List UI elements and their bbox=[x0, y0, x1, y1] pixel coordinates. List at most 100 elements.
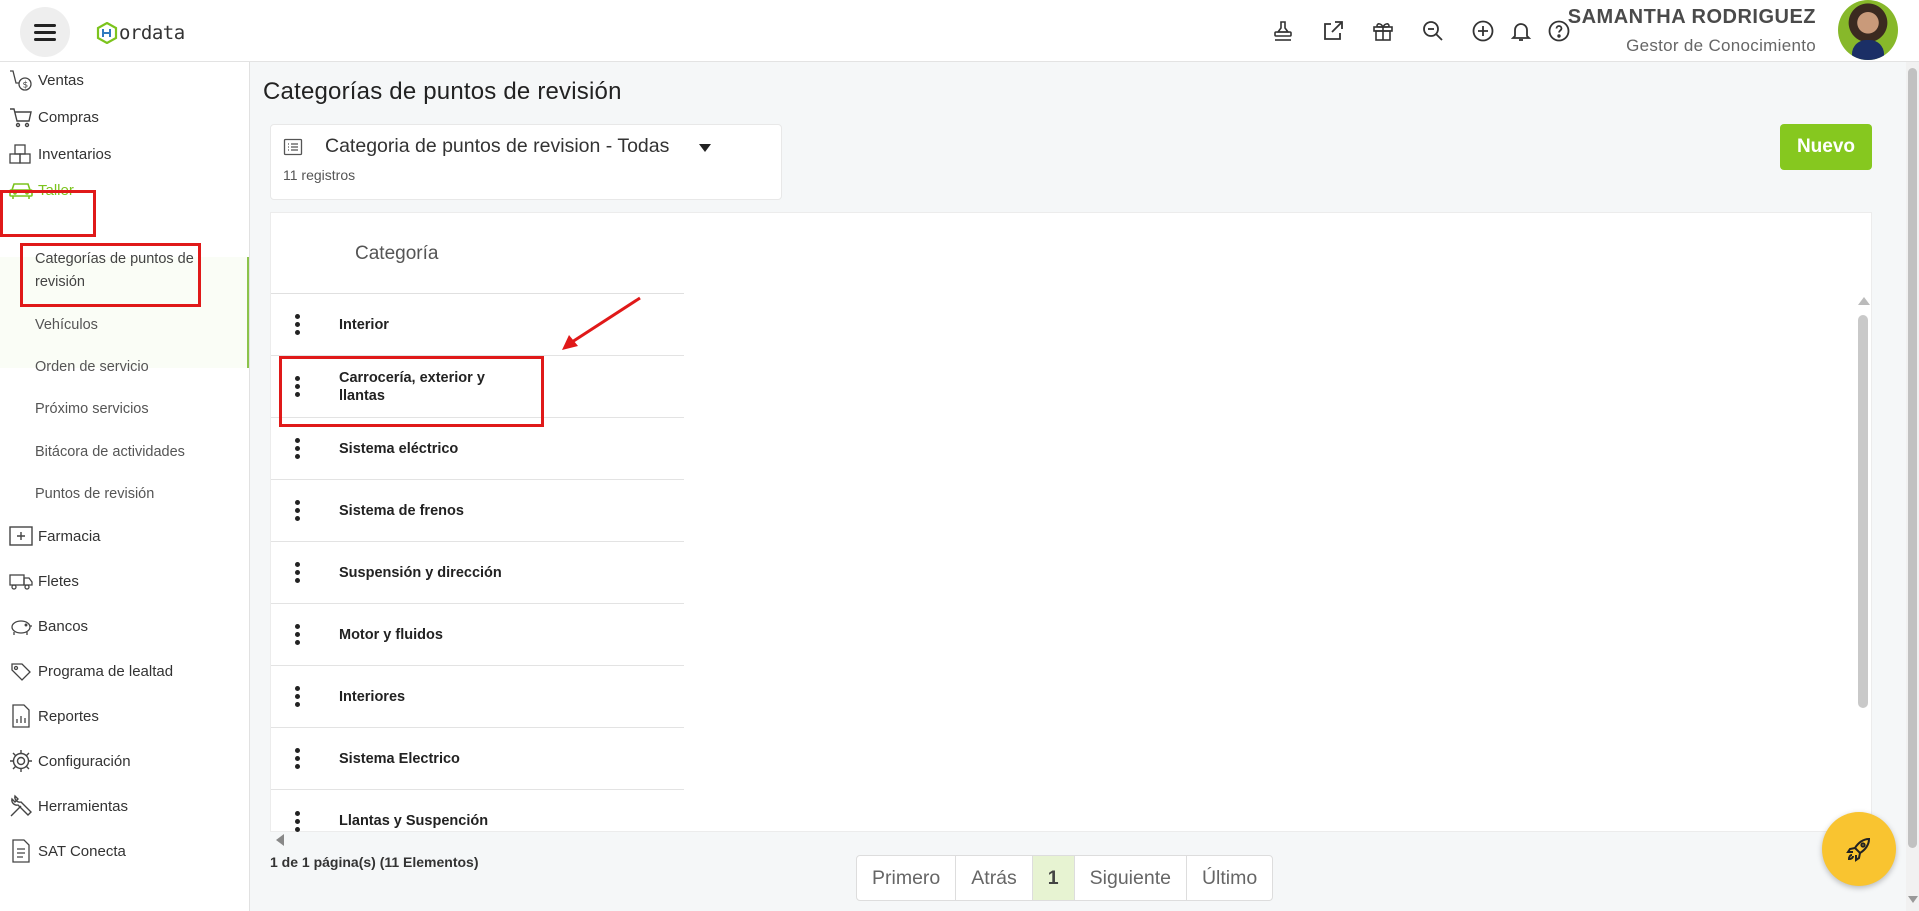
table-row[interactable]: Sistema eléctrico bbox=[271, 418, 684, 480]
report-icon bbox=[12, 704, 30, 728]
sidebar-item-label: Herramientas bbox=[38, 797, 129, 815]
pagination-first-button[interactable]: Primero bbox=[857, 856, 957, 900]
highlight-box-taller bbox=[0, 190, 96, 237]
row-label: Suspensión y dirección bbox=[339, 564, 502, 581]
row-menu-icon[interactable] bbox=[289, 728, 305, 789]
app-logo[interactable]: ordata bbox=[96, 20, 185, 46]
sidebar-item-configuracion[interactable]: Configuración bbox=[8, 747, 131, 775]
row-menu-icon[interactable] bbox=[289, 666, 305, 727]
table-row[interactable]: Llantas y Suspención bbox=[271, 790, 684, 832]
scroll-down-icon[interactable] bbox=[1908, 896, 1918, 903]
sidebar-item-label: Compras bbox=[38, 108, 99, 126]
active-indicator bbox=[247, 257, 249, 368]
avatar[interactable] bbox=[1838, 0, 1898, 60]
external-link-icon[interactable] bbox=[1318, 16, 1348, 46]
document-icon bbox=[12, 839, 30, 863]
new-button[interactable]: Nuevo bbox=[1780, 124, 1872, 170]
record-count: 11 registros bbox=[283, 167, 356, 183]
chevron-down-icon[interactable] bbox=[699, 144, 711, 152]
loyalty-icon bbox=[11, 663, 31, 681]
sidebar-item-sat-conecta[interactable]: SAT Conecta bbox=[8, 837, 126, 865]
sidebar-item-label: SAT Conecta bbox=[38, 842, 126, 860]
sidebar-item-bancos[interactable]: Bancos bbox=[8, 612, 88, 640]
row-menu-icon[interactable] bbox=[289, 294, 305, 355]
sidebar-item-reportes[interactable]: Reportes bbox=[8, 702, 99, 730]
row-label: Sistema de frenos bbox=[339, 502, 464, 519]
pagination-last-button[interactable]: Último bbox=[1187, 856, 1272, 900]
table-scrollbar[interactable] bbox=[1858, 297, 1870, 832]
table-row[interactable]: Sistema Electrico bbox=[271, 728, 684, 790]
pagination-next-button[interactable]: Siguiente bbox=[1075, 856, 1187, 900]
add-circle-icon[interactable] bbox=[1468, 16, 1498, 46]
pagination-current-page[interactable]: 1 bbox=[1032, 856, 1075, 900]
scroll-up-icon[interactable] bbox=[1858, 297, 1870, 305]
sidebar-item-label: Reportes bbox=[38, 707, 99, 725]
row-menu-icon[interactable] bbox=[289, 790, 305, 832]
sidebar-item-label: Programa de lealtad bbox=[38, 662, 174, 680]
boxes-icon bbox=[9, 144, 31, 164]
page-title: Categorías de puntos de revisión bbox=[263, 78, 622, 105]
row-menu-icon[interactable] bbox=[289, 542, 305, 603]
rocket-fab-button[interactable] bbox=[1822, 812, 1896, 886]
row-label: Interior bbox=[339, 316, 389, 333]
category-filter-select[interactable]: Categoria de puntos de revision - Todas bbox=[325, 135, 669, 158]
table-row[interactable]: Suspensión y dirección bbox=[271, 542, 684, 604]
header-icons bbox=[1268, 16, 1582, 46]
row-menu-icon[interactable] bbox=[289, 480, 305, 541]
tools-icon bbox=[10, 794, 32, 817]
sidebar-subitem-puntos-revision[interactable]: Puntos de revisión bbox=[35, 483, 154, 506]
row-menu-icon[interactable] bbox=[289, 604, 305, 665]
sidebar-item-label: Fletes bbox=[38, 572, 79, 590]
row-label: Interiores bbox=[339, 688, 406, 705]
page-info: 1 de 1 página(s) (11 Elementos) bbox=[270, 854, 479, 870]
sidebar-item-label: Configuración bbox=[38, 752, 131, 770]
sidebar-item-label: Farmacia bbox=[38, 527, 101, 545]
sidebar-item-label: Bancos bbox=[38, 617, 89, 635]
top-bar: ordata SAMANTHA RODRIGUEZ Gestor de Cono… bbox=[0, 0, 1919, 62]
table-row[interactable]: Motor y fluidos bbox=[271, 604, 684, 666]
list-icon bbox=[283, 138, 303, 156]
page-scrollbar[interactable] bbox=[1906, 62, 1919, 911]
truck-icon bbox=[9, 574, 33, 590]
sidebar-item-ventas[interactable]: $ Ventas bbox=[8, 66, 84, 94]
sales-icon: $ bbox=[10, 70, 32, 91]
pagination: Primero Atrás 1 Siguiente Último bbox=[856, 855, 1274, 901]
table-row[interactable]: Interiores bbox=[271, 666, 684, 728]
row-label: Sistema eléctrico bbox=[339, 440, 459, 457]
user-name[interactable]: SAMANTHA RODRIGUEZ bbox=[1568, 6, 1816, 29]
hamburger-menu-button[interactable] bbox=[20, 7, 70, 57]
bell-icon[interactable] bbox=[1506, 16, 1536, 46]
search-icon[interactable] bbox=[1418, 16, 1448, 46]
stamp-icon[interactable] bbox=[1268, 16, 1298, 46]
scroll-left-icon[interactable] bbox=[276, 834, 284, 846]
column-header-categoria[interactable]: Categoría bbox=[355, 243, 438, 265]
sidebar-subitem-orden-servicio[interactable]: Orden de servicio bbox=[35, 356, 149, 379]
row-label: Llantas y Suspención bbox=[339, 813, 489, 829]
table-row[interactable]: Sistema de frenos bbox=[271, 480, 684, 542]
user-role: Gestor de Conocimiento bbox=[1626, 36, 1816, 55]
cart-icon bbox=[10, 108, 32, 128]
gear-icon bbox=[10, 750, 32, 772]
sidebar-subitem-vehiculos[interactable]: Vehículos bbox=[35, 314, 98, 337]
sidebar-item-herramientas[interactable]: Herramientas bbox=[8, 792, 128, 820]
pagination-prev-button[interactable]: Atrás bbox=[956, 856, 1033, 900]
row-label: Sistema Electrico bbox=[339, 750, 460, 767]
gift-icon[interactable] bbox=[1368, 16, 1398, 46]
filter-card: Categoria de puntos de revision - Todas … bbox=[270, 124, 782, 200]
page-scroll-thumb[interactable] bbox=[1908, 68, 1917, 848]
annotation-arrow-icon bbox=[562, 296, 641, 350]
sidebar-item-fletes[interactable]: Fletes bbox=[8, 567, 79, 595]
sidebar-subitem-bitacora[interactable]: Bitácora de actividades bbox=[35, 441, 185, 464]
sidebar-item-compras[interactable]: Compras bbox=[8, 103, 99, 131]
hamburger-icon bbox=[34, 20, 56, 45]
piggy-bank-icon bbox=[11, 620, 32, 635]
row-menu-icon[interactable] bbox=[289, 418, 305, 479]
svg-text:$: $ bbox=[23, 81, 29, 91]
sidebar-item-label: Inventarios bbox=[38, 145, 112, 163]
sidebar-item-programa-lealtad[interactable]: Programa de lealtad bbox=[8, 657, 173, 685]
scroll-thumb[interactable] bbox=[1858, 315, 1868, 708]
sidebar-item-farmacia[interactable]: Farmacia bbox=[8, 522, 101, 550]
sidebar-item-inventarios[interactable]: Inventarios bbox=[8, 140, 111, 168]
sidebar-subitem-proximo-servicios[interactable]: Próximo servicios bbox=[35, 398, 149, 421]
rocket-icon bbox=[1846, 837, 1871, 862]
